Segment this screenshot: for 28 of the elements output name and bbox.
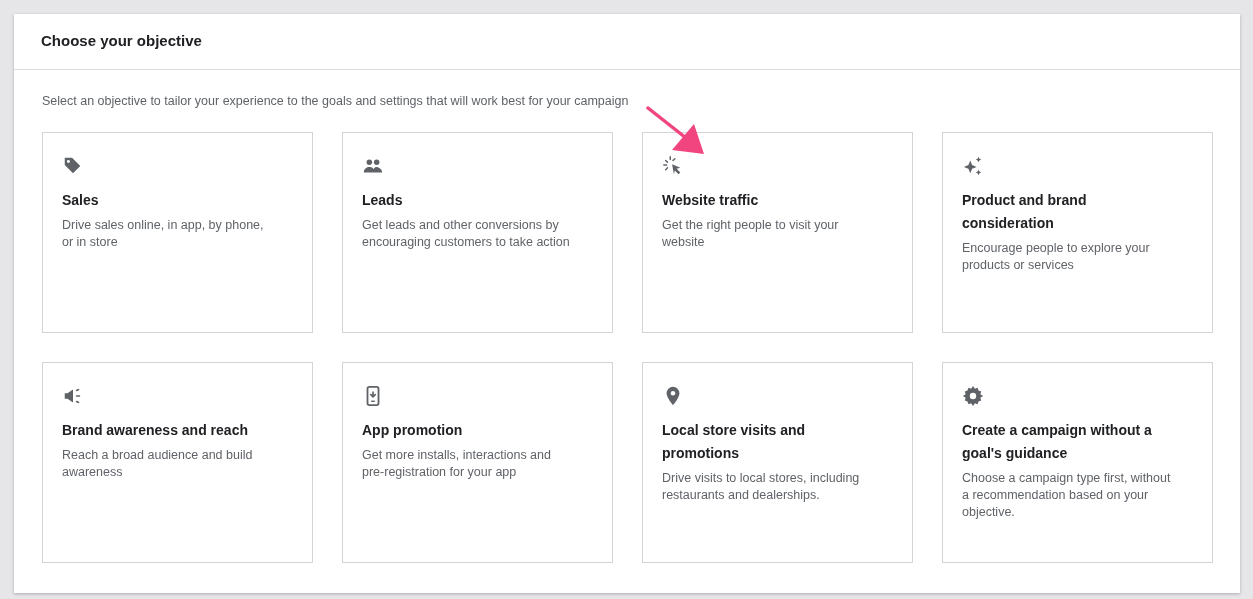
objective-title: Sales <box>62 190 100 210</box>
objective-title: Website traffic <box>662 190 760 210</box>
intro-text: Select an objective to tailor your experience to the goals and settings that will work best for your campaign <box>42 93 629 110</box>
objective-description: Drive sales online, in app, by phone, or in store <box>62 216 265 251</box>
objective-description: Reach a broad audience and build awareness <box>62 446 254 481</box>
panel-title: Choose your objective <box>41 31 202 52</box>
sparkle-icon <box>962 154 984 177</box>
objective-description: Get leads and other conversions by encouraging customers to take action <box>362 216 571 251</box>
objective-card[interactable]: Local store visits and promotions Drive visits to local stores, including restaurants and dealerships. <box>642 361 913 563</box>
objective-description: Get the right people to visit your website <box>662 216 840 251</box>
objective-description: Choose a campaign type first, without a recommendation based on your objective. <box>962 469 1172 521</box>
objective-title: Leads <box>362 190 404 210</box>
objective-card[interactable]: Product and brand consideration Encourage people to explore your products or services <box>942 131 1213 333</box>
objective-description: Drive visits to local stores, including restaurants and dealerships. <box>662 469 861 504</box>
objective-title: Create a campaign without a goal's guidance <box>962 420 1153 463</box>
objective-title: Local store visits and promotions <box>662 420 807 463</box>
objective-title: Product and brand consideration <box>962 190 1088 233</box>
gear-icon <box>962 384 984 407</box>
objective-card[interactable]: Leads Get leads and other conversions by encouraging customers to take action <box>342 131 613 333</box>
objective-card[interactable]: Create a campaign without a goal's guidance Choose a campaign type first, without a recommendation based on your objective. <box>942 361 1213 563</box>
objective-description: Encourage people to explore your products or services <box>962 239 1151 274</box>
objective-card[interactable]: Website traffic Get the right people to visit your website <box>642 131 913 333</box>
objective-card[interactable]: App promotion Get more installs, interactions and pre-registration for your app <box>342 361 613 563</box>
objective-title: Brand awareness and reach <box>62 420 249 440</box>
objective-title: App promotion <box>362 420 464 440</box>
objective-card[interactable]: Sales Drive sales online, in app, by phone, or in store <box>42 131 313 333</box>
objective-card[interactable]: Brand awareness and reach Reach a broad audience and build awareness <box>42 361 313 563</box>
objective-description: Get more installs, interactions and pre-registration for your app <box>362 446 552 481</box>
